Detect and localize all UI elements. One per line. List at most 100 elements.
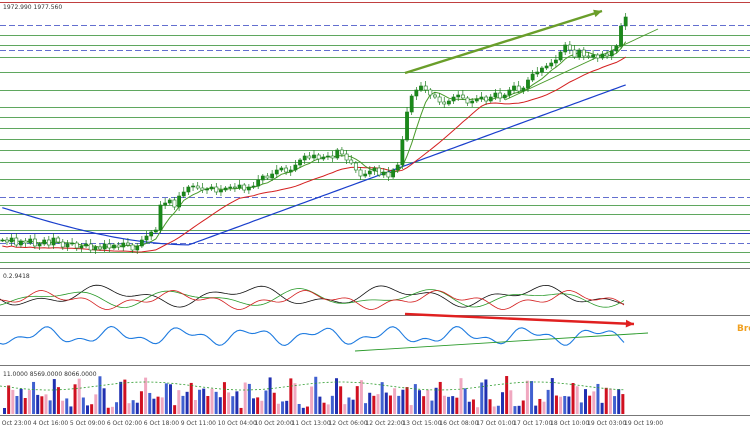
vol-bar-128: [534, 405, 538, 414]
vol-bar-11: [48, 400, 52, 414]
vol-bar-6: [27, 390, 31, 414]
vol-bar-92: [384, 392, 388, 414]
vol-bar-120: [501, 392, 504, 414]
vol-bar-16: [69, 406, 73, 414]
vol-bar-63: [264, 390, 268, 414]
vol-bar-139: [579, 402, 583, 414]
osc1-red-line: [0, 290, 625, 310]
vol-bar-124: [517, 405, 521, 414]
candle-body-54: [251, 185, 256, 188]
candle-body-127: [591, 54, 596, 58]
candle-body-95: [442, 101, 447, 105]
vol-bar-69: [289, 378, 293, 414]
volume-histogram: [0, 376, 625, 414]
header-readout: 1972.990 1977.560: [3, 4, 62, 11]
vol-bar-101: [422, 396, 426, 414]
vol-bar-105: [438, 381, 442, 414]
vol-bar-64: [268, 377, 272, 414]
time-label-3: 6 Oct 02:00: [107, 420, 142, 427]
candle-body-130: [605, 53, 609, 57]
vol-bar-123: [513, 406, 517, 414]
vol-bar-129: [538, 398, 542, 414]
vol-bar-22: [94, 394, 98, 414]
vol-bar-18: [77, 378, 81, 414]
vol-bar-39: [164, 383, 168, 414]
time-label-11: 13 Oct 15:00: [402, 420, 441, 427]
candle-body-101: [470, 100, 475, 104]
candle-body-113: [526, 79, 530, 89]
vol-bar-83: [347, 397, 351, 414]
vol-bar-20: [86, 405, 89, 414]
vol-bar-94: [393, 388, 397, 414]
vol-bar-146: [608, 388, 612, 414]
vol-bar-68: [285, 400, 289, 414]
candle-body-120: [558, 51, 563, 61]
candle-body-122: [567, 44, 572, 51]
time-label-15: 18 Oct 10:00: [550, 420, 589, 427]
vol-bar-96: [401, 389, 405, 414]
candle-body-20: [93, 246, 98, 251]
vol-bar-55: [231, 396, 235, 414]
vol-bar-72: [301, 407, 305, 414]
candle-body-59: [274, 169, 279, 175]
vol-bar-53: [222, 382, 226, 414]
time-label-13: 17 Oct 01:00: [476, 420, 515, 427]
vol-bar-142: [592, 391, 596, 414]
oscillator-2: [0, 325, 649, 352]
candle-body-28: [130, 244, 135, 251]
candle-body-50: [233, 186, 237, 189]
vol-bar-56: [235, 391, 239, 414]
candle-body-92: [428, 89, 433, 96]
candle-body-100: [465, 97, 470, 104]
vol-bar-28: [119, 381, 123, 414]
vol-bar-86: [359, 380, 363, 414]
vol-bar-31: [131, 400, 135, 414]
vol-bar-27: [115, 402, 119, 414]
vol-bar-145: [604, 387, 608, 414]
candle-body-131: [609, 50, 614, 57]
vol-bar-66: [276, 403, 280, 414]
vol-bar-15: [65, 398, 69, 414]
vol-bar-88: [368, 392, 372, 414]
candle-body-6: [28, 238, 33, 244]
vol-bar-25: [106, 407, 110, 414]
candle-body-132: [614, 45, 619, 52]
candle-body-106: [493, 92, 498, 98]
candle-body-36: [167, 199, 172, 204]
candle-body-108: [502, 94, 507, 99]
candle-body-43: [200, 187, 205, 191]
vol-bar-10: [44, 394, 48, 414]
vol-bar-23: [98, 376, 102, 414]
vol-bar-143: [596, 383, 600, 414]
candle-body-97: [451, 96, 456, 102]
vol-bar-117: [488, 399, 492, 414]
candle-body-133: [619, 25, 623, 47]
vol-bar-50: [210, 388, 214, 414]
vol-bar-61: [256, 397, 260, 414]
candle-body-34: [158, 204, 163, 231]
osc2-blue-line: [0, 325, 625, 346]
vol-bar-126: [525, 380, 529, 414]
vol-bar-59: [247, 383, 251, 414]
candle-body-121: [563, 44, 568, 53]
candle-body-53: [246, 186, 251, 191]
vol-bar-3: [15, 395, 19, 414]
candle-body-83: [386, 171, 391, 178]
vol-bar-137: [571, 383, 575, 414]
candle-body-73: [340, 149, 344, 155]
vol-bar-76: [318, 396, 322, 414]
candle-body-22: [102, 243, 107, 250]
candle-body-58: [270, 173, 275, 179]
forex-chart: 3 Oct 23:004 Oct 16:005 Oct 09:006 Oct 0…: [0, 0, 750, 427]
vol-bar-127: [530, 381, 534, 414]
candle-body-1: [5, 239, 9, 243]
candle-body-42: [195, 185, 200, 189]
vol-bar-130: [542, 401, 546, 414]
vol-bar-144: [600, 402, 604, 414]
vol-bar-37: [156, 396, 160, 414]
vol-bar-1: [7, 385, 11, 414]
vol-bar-46: [193, 399, 197, 414]
candle-body-89: [414, 89, 419, 97]
candle-body-119: [553, 59, 558, 64]
vol-bar-107: [447, 396, 451, 414]
